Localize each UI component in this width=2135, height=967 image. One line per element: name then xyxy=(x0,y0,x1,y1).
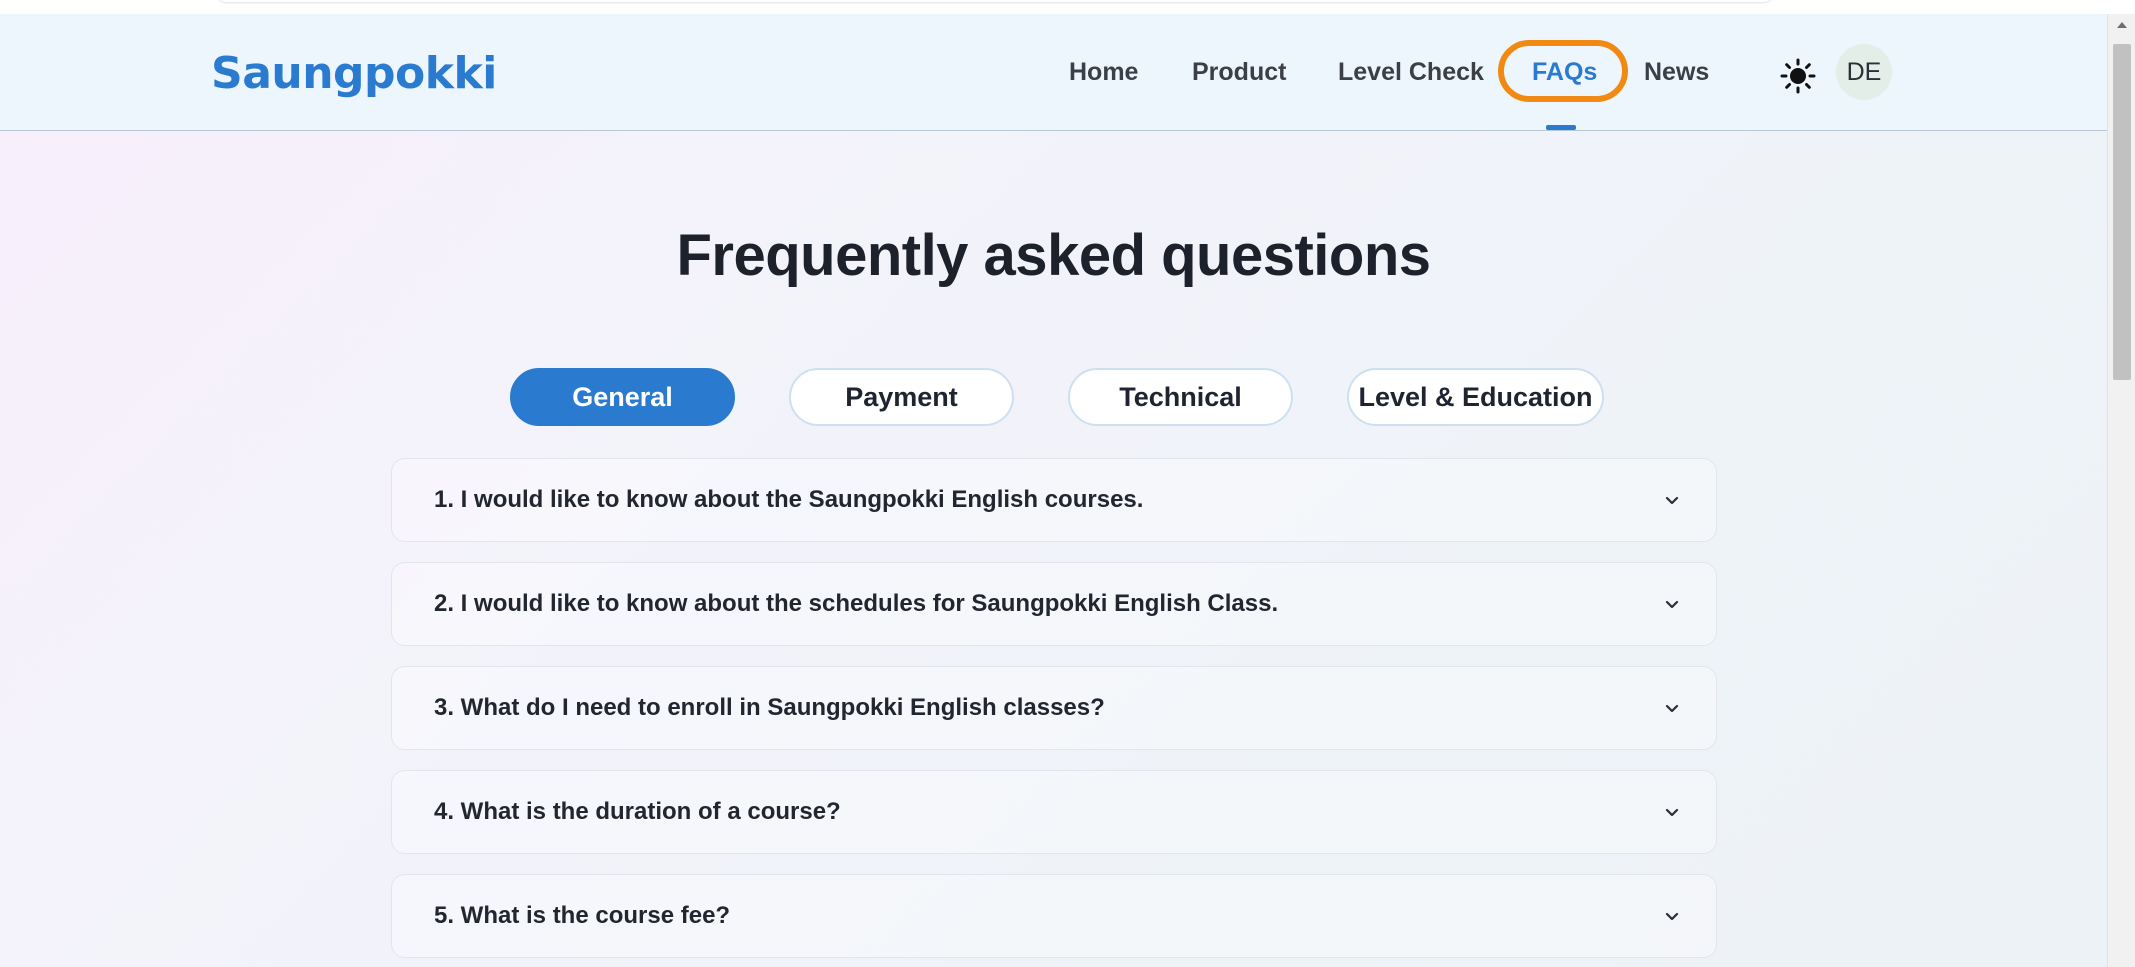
nav-level-check[interactable]: Level Check xyxy=(1338,58,1484,87)
page-scrollbar[interactable] xyxy=(2107,14,2135,967)
chevron-down-icon[interactable] xyxy=(1664,493,1680,509)
chevron-down-icon[interactable] xyxy=(1664,701,1680,717)
tab-payment[interactable]: Payment xyxy=(789,368,1014,426)
scroll-thumb[interactable] xyxy=(2113,44,2131,380)
active-nav-indicator xyxy=(1546,125,1576,130)
nav-product[interactable]: Product xyxy=(1192,58,1286,87)
faq-item-2[interactable]: 2. I would like to know about the schedu… xyxy=(391,562,1717,646)
tab-level-education[interactable]: Level & Education xyxy=(1347,368,1604,426)
faq-item-5[interactable]: 5. What is the course fee? xyxy=(391,874,1717,958)
faq-item-4[interactable]: 4. What is the duration of a course? xyxy=(391,770,1717,854)
faq-question: 4. What is the duration of a course? xyxy=(434,798,841,825)
sun-icon xyxy=(1780,58,1816,94)
faq-question: 2. I would like to know about the schedu… xyxy=(434,590,1279,617)
nav-news[interactable]: News xyxy=(1644,58,1709,87)
page-title: Frequently asked questions xyxy=(676,223,1431,288)
scroll-up-arrow-icon[interactable] xyxy=(2117,22,2127,28)
tab-general[interactable]: General xyxy=(510,368,735,426)
tab-technical[interactable]: Technical xyxy=(1068,368,1293,426)
browser-top-strip xyxy=(0,0,2135,14)
site-logo[interactable]: Saungpokki xyxy=(211,48,497,99)
faq-question: 3. What do I need to enroll in Saungpokk… xyxy=(434,694,1105,721)
language-switch-button[interactable]: DE xyxy=(1836,44,1892,100)
faq-question: 5. What is the course fee? xyxy=(434,902,731,929)
nav-faqs[interactable]: FAQs xyxy=(1532,58,1597,87)
chevron-down-icon[interactable] xyxy=(1664,909,1680,925)
chevron-down-icon[interactable] xyxy=(1664,805,1680,821)
site-header: Saungpokki Home Product Level Check FAQs… xyxy=(0,14,2107,131)
faq-question: 1. I would like to know about the Saungp… xyxy=(434,486,1144,513)
chevron-down-icon[interactable] xyxy=(1664,597,1680,613)
theme-toggle-button[interactable] xyxy=(1776,54,1820,98)
nav-home[interactable]: Home xyxy=(1069,58,1138,87)
browser-address-bar-edge xyxy=(215,0,1775,2)
faq-item-1[interactable]: 1. I would like to know about the Saungp… xyxy=(391,458,1717,542)
faq-item-3[interactable]: 3. What do I need to enroll in Saungpokk… xyxy=(391,666,1717,750)
